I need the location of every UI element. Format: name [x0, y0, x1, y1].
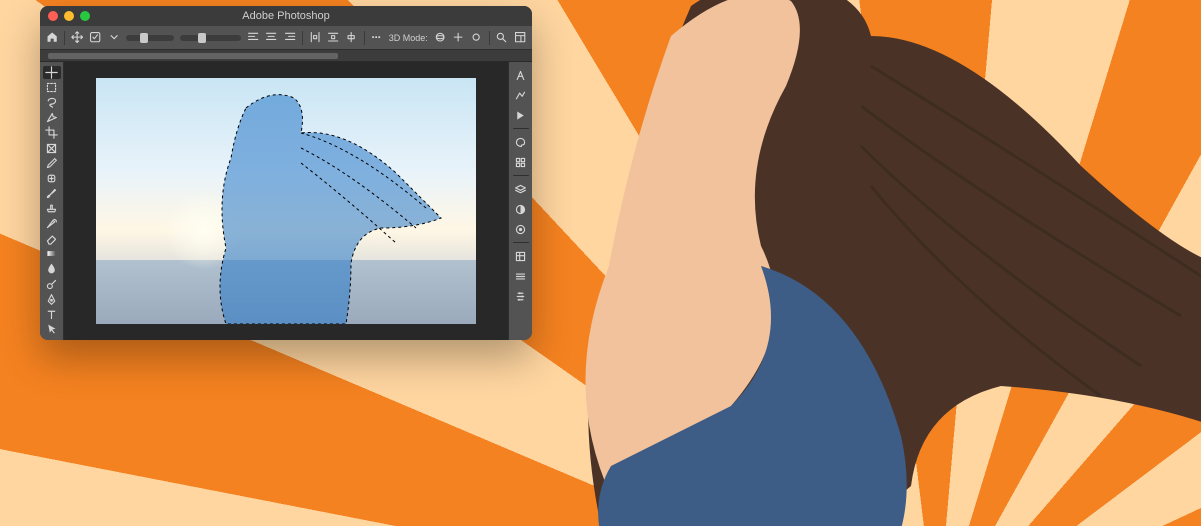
healing-brush-tool[interactable] [43, 172, 61, 185]
photoshop-window: Adobe Photoshop 3D Mode: [40, 6, 532, 340]
pan-icon[interactable] [452, 30, 464, 46]
options-bar: 3D Mode: [40, 26, 532, 50]
search-icon[interactable] [495, 30, 507, 46]
distribute-v-icon[interactable] [327, 30, 339, 46]
blur-tool[interactable] [43, 262, 61, 275]
workspace-icon[interactable] [514, 30, 526, 46]
clone-stamp-tool[interactable] [43, 202, 61, 215]
workspace [40, 62, 532, 340]
flow-slider[interactable] [180, 35, 241, 41]
move-tool[interactable] [43, 66, 61, 79]
align-left-icon[interactable] [247, 30, 259, 46]
gradient-tool[interactable] [43, 247, 61, 260]
align-center-icon[interactable] [265, 30, 277, 46]
history-brush-tool[interactable] [43, 217, 61, 230]
layers-panel[interactable] [512, 180, 530, 198]
home-icon[interactable] [46, 30, 58, 46]
paths-panel[interactable] [512, 220, 530, 238]
eyedropper-tool[interactable] [43, 157, 61, 170]
swatches-panel[interactable] [512, 133, 530, 151]
dodge-tool[interactable] [43, 278, 61, 291]
dolly-icon[interactable] [470, 30, 482, 46]
separator [302, 31, 303, 45]
color-panel[interactable] [512, 153, 530, 171]
path-select-tool[interactable] [43, 323, 61, 336]
mode-label: 3D Mode: [389, 30, 428, 46]
document-tab[interactable] [48, 53, 338, 59]
separator [64, 31, 65, 45]
frame-tool[interactable] [43, 142, 61, 155]
panel-separator [513, 128, 529, 129]
distribute-h-icon[interactable] [309, 30, 321, 46]
chevron-down-icon[interactable] [108, 30, 120, 46]
more-icon[interactable] [370, 30, 382, 46]
orbit-icon[interactable] [434, 30, 446, 46]
pen-tool[interactable] [43, 293, 61, 306]
history-panel[interactable] [512, 247, 530, 265]
separator [489, 31, 490, 45]
document-canvas[interactable] [96, 78, 476, 324]
selection-overlay [96, 78, 476, 324]
quick-select-tool[interactable] [43, 111, 61, 124]
brush-tool[interactable] [43, 187, 61, 200]
canvas-area[interactable] [64, 62, 508, 340]
separator [364, 31, 365, 45]
paragraph-panel[interactable] [512, 106, 530, 124]
character-panel[interactable] [512, 66, 530, 84]
crop-tool[interactable] [43, 126, 61, 139]
panel-separator [513, 175, 529, 176]
properties-panel[interactable] [512, 287, 530, 305]
window-titlebar: Adobe Photoshop [40, 6, 532, 26]
channels-panel[interactable] [512, 200, 530, 218]
marquee-tool[interactable] [43, 81, 61, 94]
tools-panel [40, 62, 64, 340]
eraser-tool[interactable] [43, 232, 61, 245]
move-icon[interactable] [71, 30, 83, 46]
type-tool[interactable] [43, 308, 61, 321]
distribute-c-icon[interactable] [345, 30, 357, 46]
lasso-tool[interactable] [43, 96, 61, 109]
collapsed-panels [508, 62, 532, 340]
align-right-icon[interactable] [284, 30, 296, 46]
document-tab-strip [40, 50, 532, 62]
opacity-slider[interactable] [126, 35, 174, 41]
checkbox-icon[interactable] [89, 30, 101, 46]
adjustments-panel[interactable] [512, 86, 530, 104]
window-title: Adobe Photoshop [40, 10, 532, 22]
panel-separator [513, 242, 529, 243]
actions-panel[interactable] [512, 267, 530, 285]
